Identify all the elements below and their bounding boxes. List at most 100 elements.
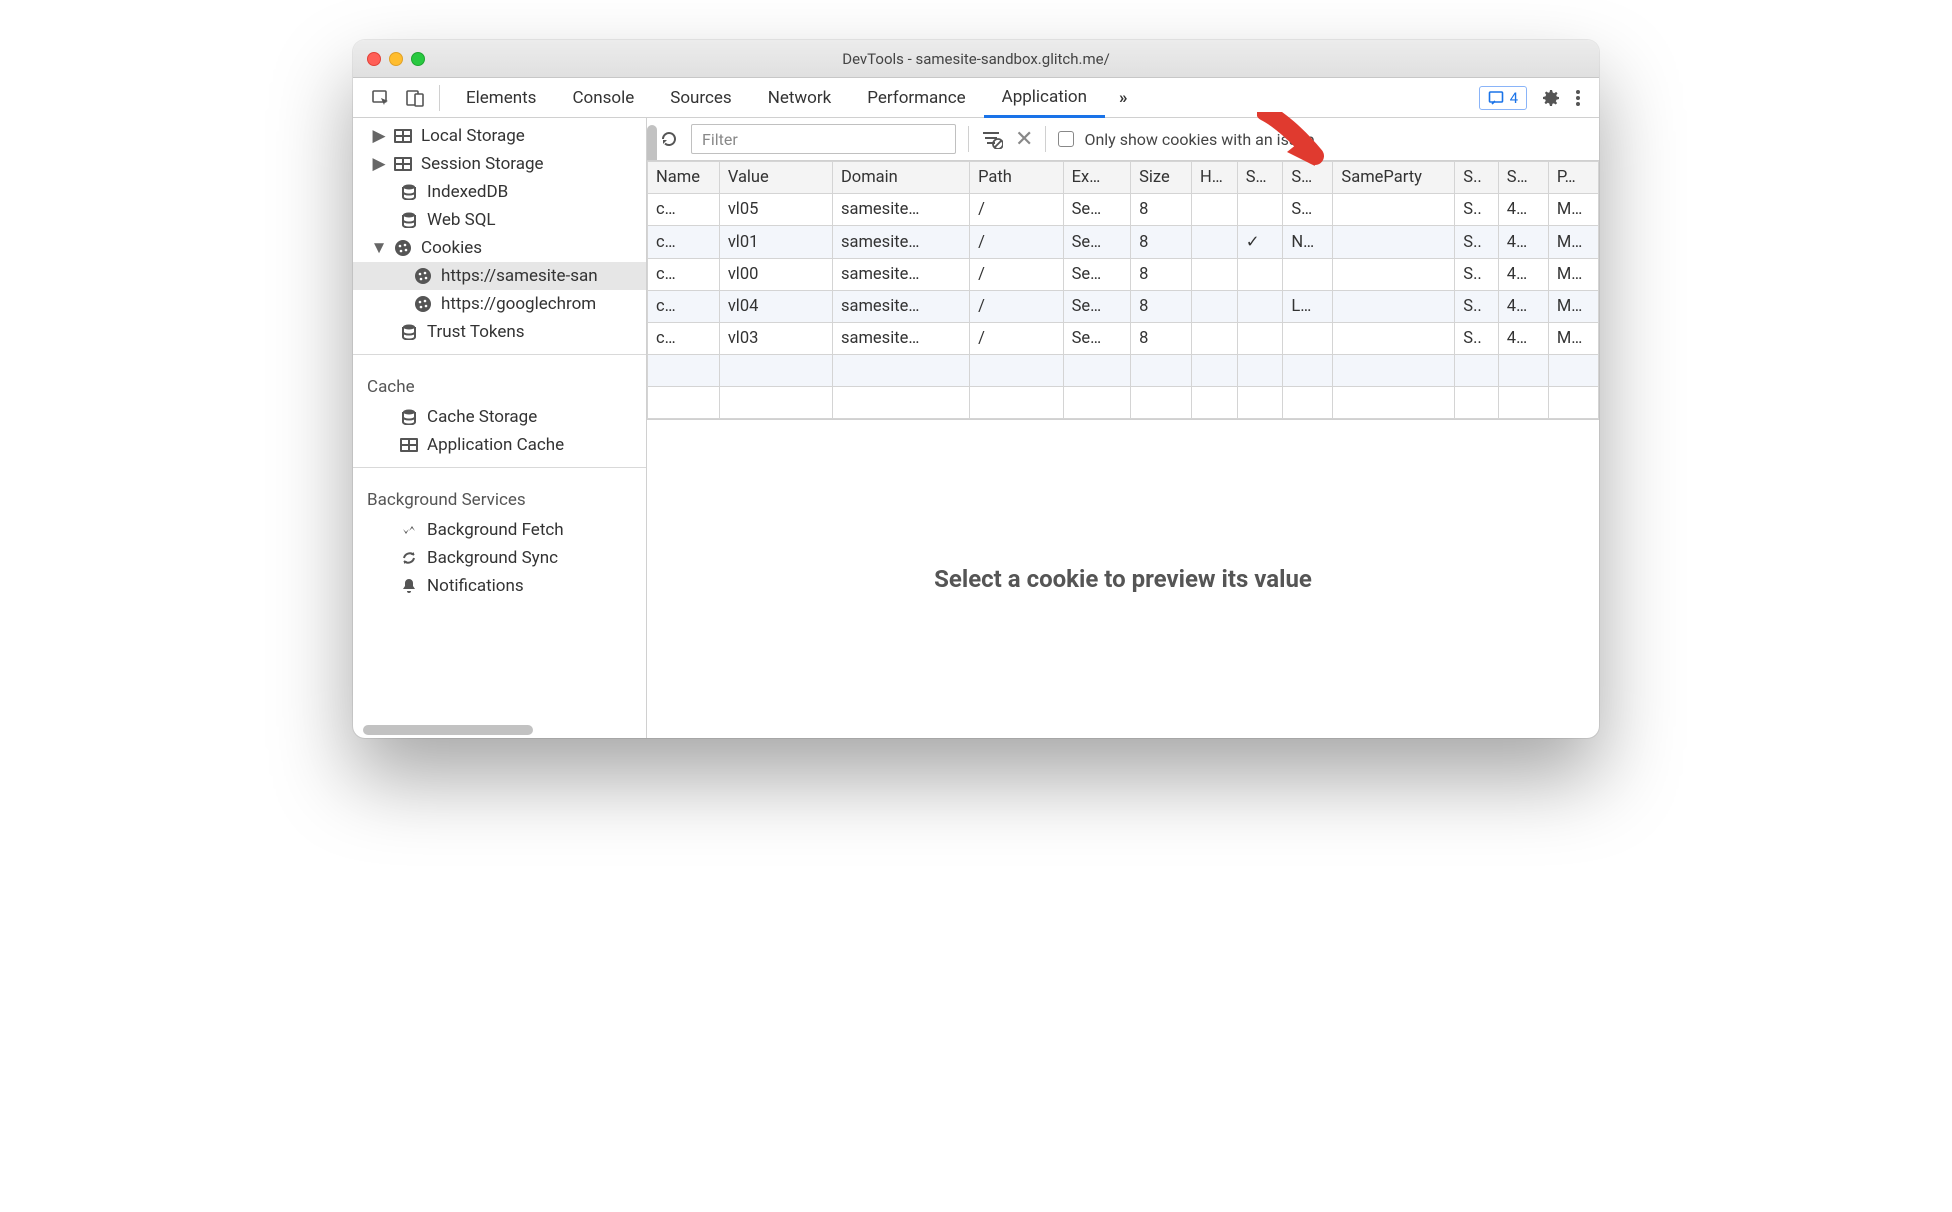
cell-sa: S.. (1455, 194, 1499, 226)
col-secure[interactable]: S… (1237, 162, 1283, 194)
more-options-icon[interactable] (1575, 88, 1581, 108)
col-samesite[interactable]: S… (1283, 162, 1333, 194)
col-s2[interactable]: S.. (1455, 162, 1499, 194)
refresh-button[interactable] (659, 129, 679, 149)
col-s3[interactable]: S… (1498, 162, 1548, 194)
table-header-row: Name Value Domain Path Ex… Size H… S… S…… (648, 162, 1599, 194)
more-tabs-button[interactable]: » (1105, 80, 1142, 116)
col-path[interactable]: Path (970, 162, 1064, 194)
cell-exp: Se… (1063, 194, 1130, 226)
cell-value: vl01 (719, 226, 832, 259)
sidebar-item-indexeddb[interactable]: IndexedDB (353, 178, 646, 206)
horizontal-scrollbar[interactable] (353, 724, 646, 738)
sidebar-item-background-sync[interactable]: Background Sync (353, 544, 646, 572)
cell-ss: L… (1283, 291, 1333, 323)
storage-grid-icon (393, 157, 413, 171)
cell-size: 8 (1131, 194, 1192, 226)
sync-icon (399, 550, 419, 566)
only-issues-checkbox[interactable]: Only show cookies with an issue (1058, 130, 1314, 149)
sidebar-item-cache-storage[interactable]: Cache Storage (353, 403, 646, 431)
only-issues-label: Only show cookies with an issue (1084, 130, 1314, 149)
cookies-table: Name Value Domain Path Ex… Size H… S… S…… (647, 161, 1599, 419)
sidebar-item-application-cache[interactable]: Application Cache (353, 431, 646, 459)
clear-all-button[interactable]: ✕ (1015, 127, 1033, 152)
cell-sa: S.. (1455, 259, 1499, 291)
table-row[interactable]: c…vl00samesite…/Se…8S..4…M… (648, 259, 1599, 291)
sidebar-item-session-storage[interactable]: ▶ Session Storage (353, 150, 646, 178)
cell-h (1192, 226, 1238, 259)
cell-h (1192, 259, 1238, 291)
sidebar-cookie-origin-0[interactable]: https://samesite-san (353, 262, 646, 290)
database-icon (399, 324, 419, 340)
settings-icon[interactable] (1541, 88, 1561, 108)
cell-name: c… (648, 291, 720, 323)
storage-grid-icon (399, 438, 419, 452)
checkbox-icon (1058, 131, 1074, 147)
table-row[interactable]: c…vl03samesite…/Se…8S..4…M… (648, 323, 1599, 355)
expand-caret-icon: ▶ (373, 126, 385, 146)
filter-input[interactable]: Filter (691, 124, 956, 154)
cell-value: vl04 (719, 291, 832, 323)
device-toolbar-icon[interactable] (405, 88, 425, 108)
cell-h (1192, 323, 1238, 355)
sidebar-cookie-origin-1[interactable]: https://googlechrom (353, 290, 646, 318)
cell-h (1192, 291, 1238, 323)
col-sameparty[interactable]: SameParty (1333, 162, 1455, 194)
table-row[interactable]: c…vl01samesite…/Se…8✓N…S..4…M… (648, 226, 1599, 259)
cell-size: 8 (1131, 226, 1192, 259)
inspect-element-icon[interactable] (371, 88, 391, 108)
tab-network[interactable]: Network (750, 80, 850, 116)
col-priority[interactable]: P… (1548, 162, 1598, 194)
col-expires[interactable]: Ex… (1063, 162, 1130, 194)
cell-sec (1237, 291, 1283, 323)
clear-filtered-button[interactable] (981, 129, 1003, 149)
cookies-toolbar: Filter ✕ Only show cookies with an issue (647, 118, 1599, 161)
cell-sb: 4… (1498, 323, 1548, 355)
cell-sp (1333, 226, 1455, 259)
preview-text: Select a cookie to preview its value (934, 565, 1312, 593)
table-row[interactable]: c…vl04samesite…/Se…8L…S..4…M… (648, 291, 1599, 323)
sidebar-item-background-fetch[interactable]: Background Fetch (353, 516, 646, 544)
table-row-empty (648, 387, 1599, 419)
filter-placeholder: Filter (702, 130, 738, 149)
cell-path: / (970, 323, 1064, 355)
tab-application[interactable]: Application (984, 79, 1105, 118)
sidebar-item-cookies[interactable]: ▼ Cookies (353, 234, 646, 262)
col-size[interactable]: Size (1131, 162, 1192, 194)
cookie-preview-empty: Select a cookie to preview its value (647, 419, 1599, 738)
col-name[interactable]: Name (648, 162, 720, 194)
titlebar: DevTools - samesite-sandbox.glitch.me/ (353, 40, 1599, 78)
tab-performance[interactable]: Performance (849, 80, 983, 116)
database-icon (399, 409, 419, 425)
sidebar-item-local-storage[interactable]: ▶ Local Storage (353, 122, 646, 150)
sidebar-item-label: https://googlechrom (441, 294, 596, 314)
issues-chip[interactable]: 4 (1479, 86, 1527, 110)
cookie-icon (413, 267, 433, 285)
expand-caret-icon: ▶ (373, 154, 385, 174)
cell-value: vl00 (719, 259, 832, 291)
sidebar-item-label: https://samesite-san (441, 266, 598, 286)
cookie-icon (413, 295, 433, 313)
application-sidebar: ▶ Local Storage ▶ Session Storage (353, 118, 647, 738)
separator (968, 126, 969, 152)
tab-console[interactable]: Console (554, 80, 652, 116)
col-value[interactable]: Value (719, 162, 832, 194)
sidebar-item-label: Session Storage (421, 154, 544, 174)
tab-elements[interactable]: Elements (448, 80, 554, 116)
sidebar-item-notifications[interactable]: Notifications (353, 572, 646, 600)
sidebar-item-websql[interactable]: Web SQL (353, 206, 646, 234)
sidebar-item-label: Notifications (427, 576, 524, 596)
col-domain[interactable]: Domain (832, 162, 969, 194)
database-icon (399, 184, 419, 200)
cell-ss: N… (1283, 226, 1333, 259)
col-httponly[interactable]: H… (1192, 162, 1238, 194)
cell-value: vl03 (719, 323, 832, 355)
sidebar-item-trust-tokens[interactable]: Trust Tokens (353, 318, 646, 346)
sidebar-item-label: Trust Tokens (427, 322, 525, 342)
table-row[interactable]: c…vl05samesite…/Se…8S…S..4…M… (648, 194, 1599, 226)
issues-icon (1488, 90, 1504, 106)
cell-h (1192, 194, 1238, 226)
cell-path: / (970, 259, 1064, 291)
tab-sources[interactable]: Sources (652, 80, 749, 116)
cell-sp (1333, 194, 1455, 226)
